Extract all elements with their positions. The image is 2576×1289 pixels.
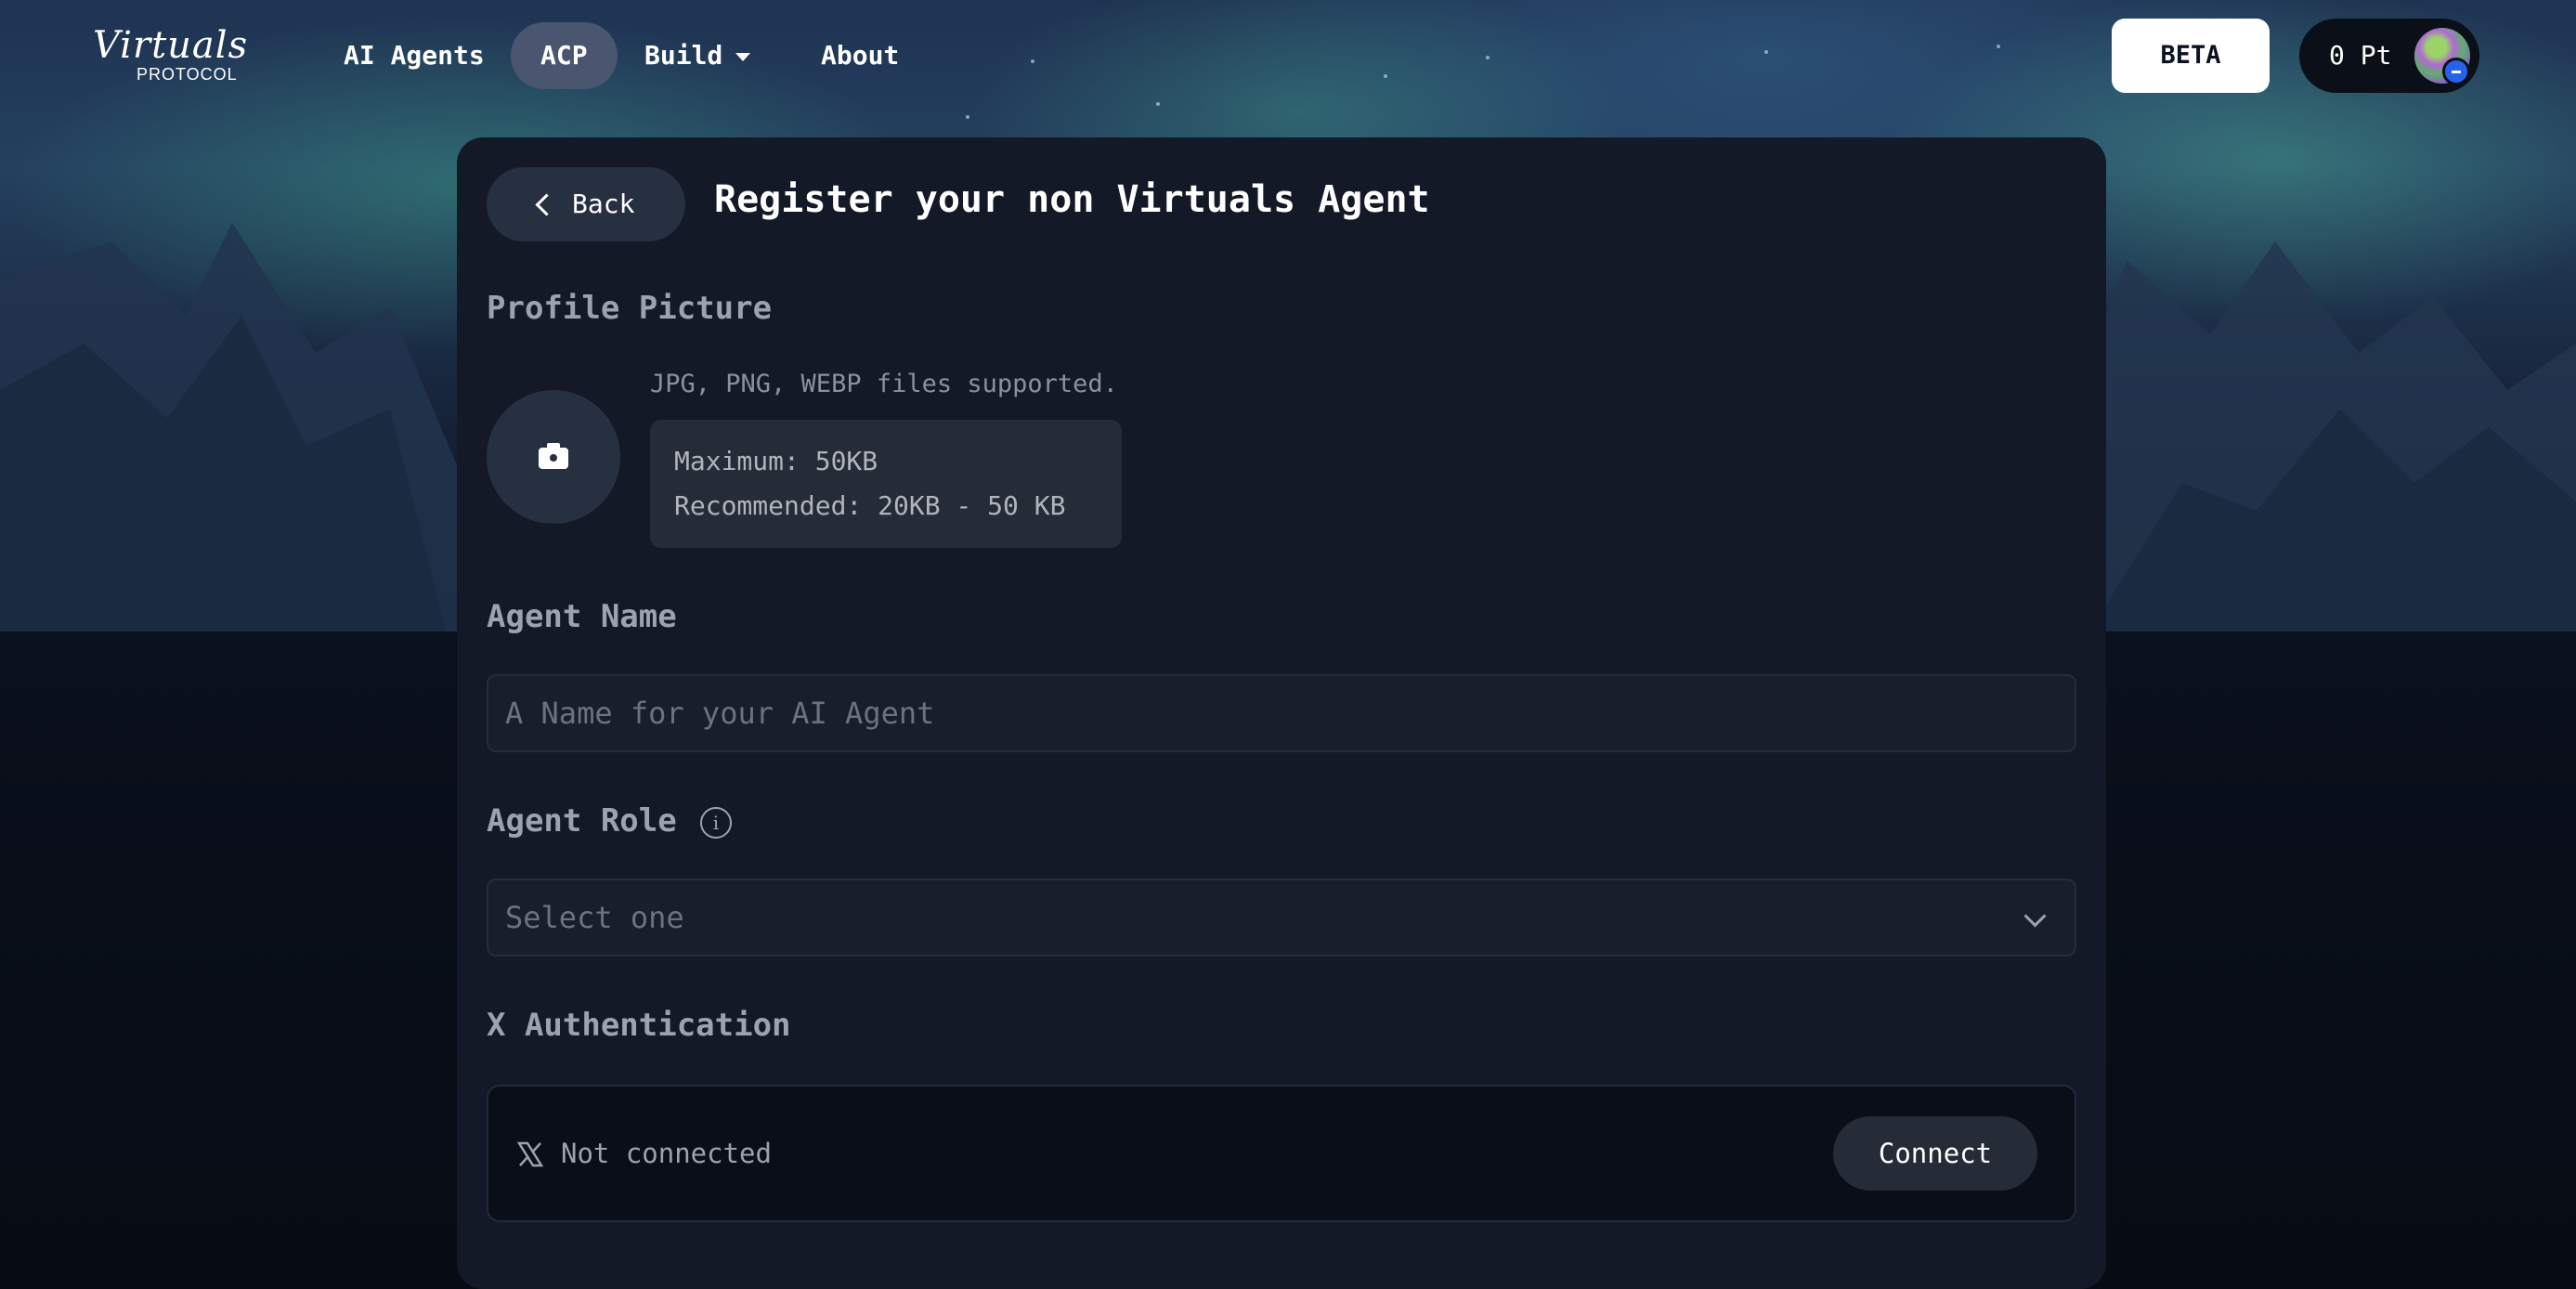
connect-button[interactable]: Connect — [1833, 1116, 2037, 1191]
logo-sub-text: PROTOCOL — [137, 65, 238, 84]
nav-link-ai-agents[interactable]: AI Agents — [314, 22, 514, 89]
recommended-size-text: Recommended: 20KB - 50 KB — [674, 490, 1066, 521]
info-icon[interactable]: i — [700, 807, 732, 839]
points-account-button[interactable]: 0 Pt — [2299, 19, 2479, 93]
chevron-left-icon — [535, 193, 558, 216]
page-title: Register your non Virtuals Agent — [714, 178, 1430, 221]
virtuals-protocol-logo[interactable]: Virtuals PROTOCOL — [93, 24, 260, 89]
profile-picture-upload[interactable] — [487, 390, 620, 524]
nav-link-label: AI Agents — [344, 40, 485, 71]
agent-name-placeholder: A Name for your AI Agent — [505, 696, 935, 731]
supported-formats-text: JPG, PNG, WEBP files supported. — [650, 370, 1118, 398]
agent-role-select[interactable]: Select one — [487, 879, 2076, 957]
x-logo-icon — [516, 1141, 544, 1167]
logo-script-text: Virtuals — [93, 24, 249, 67]
back-button[interactable]: Back — [487, 167, 685, 241]
x-authentication-card: Not connected Connect — [487, 1085, 2076, 1222]
nav-link-label: Build — [644, 40, 723, 71]
chevron-down-icon — [735, 52, 751, 61]
file-size-info: Maximum: 50KB Recommended: 20KB - 50 KB — [650, 420, 1122, 548]
nav-link-build[interactable]: Build — [615, 22, 780, 89]
back-button-label: Back — [572, 189, 635, 219]
nav-link-about[interactable]: About — [791, 22, 929, 89]
max-size-text: Maximum: 50KB — [674, 446, 878, 476]
agent-name-input[interactable]: A Name for your AI Agent — [487, 674, 2076, 752]
nav-link-acp[interactable]: ACP — [511, 22, 618, 89]
wallet-badge-icon — [2442, 58, 2470, 85]
nav-link-label: About — [821, 40, 900, 71]
chevron-down-icon — [2023, 905, 2047, 928]
x-authentication-label: X Authentication — [487, 1007, 791, 1044]
top-navigation: Virtuals PROTOCOL AI Agents ACP Build Ab… — [0, 0, 2576, 111]
agent-role-label: Agent Role — [487, 802, 677, 840]
register-agent-panel: Back Register your non Virtuals Agent Pr… — [457, 137, 2106, 1289]
nav-link-label: ACP — [540, 40, 588, 71]
agent-role-placeholder: Select one — [505, 900, 684, 935]
profile-picture-label: Profile Picture — [487, 290, 773, 327]
agent-name-label: Agent Name — [487, 598, 677, 635]
camera-icon-lens — [547, 451, 560, 464]
beta-button[interactable]: BETA — [2112, 19, 2270, 93]
x-connection-status: Not connected — [561, 1138, 772, 1169]
points-balance: 0 Pt — [2329, 40, 2392, 71]
